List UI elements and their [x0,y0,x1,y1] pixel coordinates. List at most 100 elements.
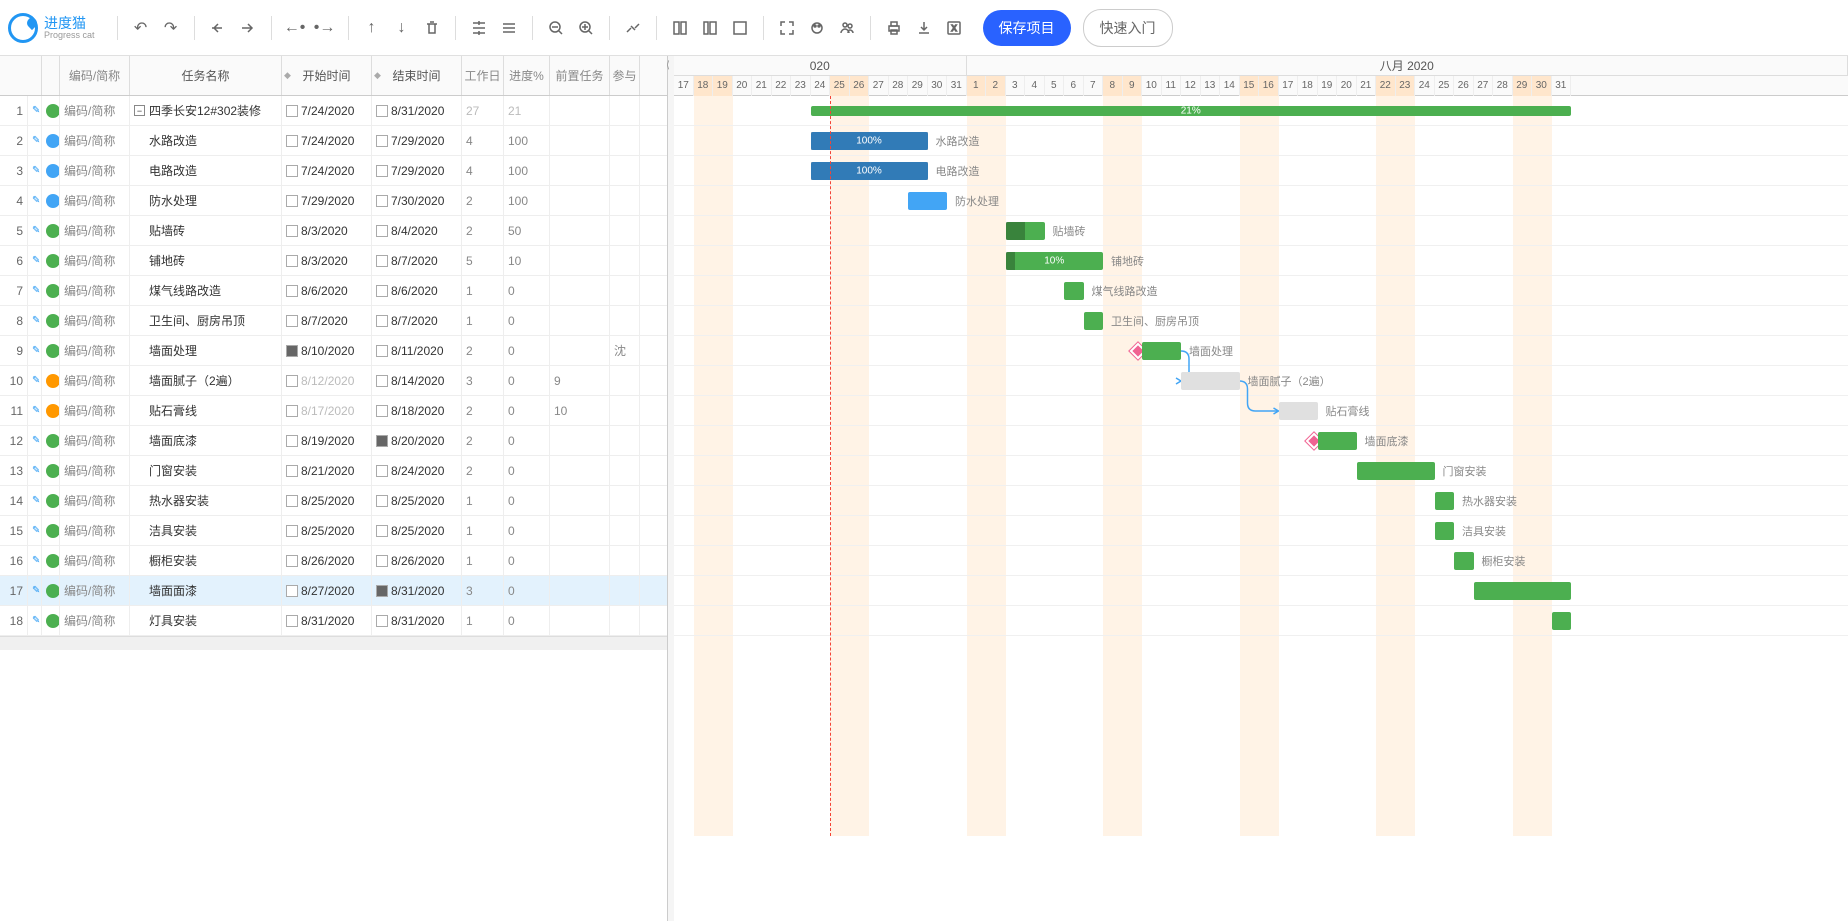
cell-assignee[interactable] [610,216,640,245]
gantt-row[interactable]: 热水器安装 [674,486,1848,516]
edit-icon[interactable]: ✎ [28,456,42,485]
cell-end[interactable]: 7/29/2020 [372,156,462,185]
task-bar[interactable]: 贴石膏线 [1279,402,1318,420]
task-row[interactable]: 8✎编码/简称卫生间、厨房吊顶8/7/20208/7/202010 [0,306,667,336]
cell-start[interactable]: 8/10/2020 [282,336,372,365]
move-left-button[interactable]: ←• [282,15,308,41]
cell-task[interactable]: 煤气线路改造 [130,276,282,305]
cell-end[interactable]: 8/25/2020 [372,516,462,545]
task-bar[interactable]: 墙面处理 [1142,342,1181,360]
print-button[interactable] [881,15,907,41]
col-task[interactable]: 任务名称 [130,56,282,95]
end-checkbox[interactable] [376,375,388,387]
cell-workdays[interactable]: 4 [462,156,504,185]
grid-scrollbar[interactable] [0,636,667,650]
cell-assignee[interactable] [610,576,640,605]
task-row[interactable]: 18✎编码/简称灯具安装8/31/20208/31/202010 [0,606,667,636]
cell-workdays[interactable]: 1 [462,276,504,305]
cell-task[interactable]: 热水器安装 [130,486,282,515]
start-checkbox[interactable] [286,405,298,417]
task-bar[interactable]: 墙面底漆 [1318,432,1357,450]
task-row[interactable]: 14✎编码/简称热水器安装8/25/20208/25/202010 [0,486,667,516]
cell-code[interactable]: 编码/简称 [60,546,130,575]
edit-icon[interactable]: ✎ [28,156,42,185]
task-row[interactable]: 13✎编码/简称门窗安装8/21/20208/24/202020 [0,456,667,486]
gantt-row[interactable]: 墙面底漆 [674,426,1848,456]
edit-icon[interactable]: ✎ [28,246,42,275]
cell-task[interactable]: 防水处理 [130,186,282,215]
cell-task[interactable]: 铺地砖 [130,246,282,275]
cell-end[interactable]: 8/31/2020 [372,96,462,125]
cell-end[interactable]: 8/7/2020 [372,306,462,335]
gantt-row[interactable]: 橱柜安装 [674,546,1848,576]
cell-end[interactable]: 8/26/2020 [372,546,462,575]
gantt-row[interactable]: 墙面腻子（2遍） [674,366,1848,396]
cell-workdays[interactable]: 5 [462,246,504,275]
cell-workdays[interactable]: 2 [462,216,504,245]
cell-end[interactable]: 7/30/2020 [372,186,462,215]
cell-progress[interactable]: 100 [504,156,550,185]
cell-progress[interactable]: 100 [504,126,550,155]
indent-left-button[interactable] [205,15,231,41]
cell-start[interactable]: 8/19/2020 [282,426,372,455]
cell-code[interactable]: 编码/简称 [60,456,130,485]
layout-1-button[interactable] [667,15,693,41]
edit-icon[interactable]: ✎ [28,396,42,425]
cell-code[interactable]: 编码/简称 [60,336,130,365]
edit-icon[interactable]: ✎ [28,216,42,245]
cell-start[interactable]: 8/3/2020 [282,216,372,245]
layout-3-button[interactable] [727,15,753,41]
cell-workdays[interactable]: 2 [462,186,504,215]
expand-all-button[interactable] [466,15,492,41]
cell-task[interactable]: 贴墙砖 [130,216,282,245]
fullscreen-button[interactable] [774,15,800,41]
task-bar[interactable]: 墙面腻子（2遍） [1181,372,1240,390]
cell-code[interactable]: 编码/简称 [60,276,130,305]
cell-code[interactable]: 编码/简称 [60,486,130,515]
cell-assignee[interactable] [610,126,640,155]
cell-assignee[interactable] [610,186,640,215]
task-row[interactable]: 7✎编码/简称煤气线路改造8/6/20208/6/202010 [0,276,667,306]
edit-icon[interactable]: ✎ [28,96,42,125]
end-checkbox[interactable] [376,555,388,567]
cell-code[interactable]: 编码/简称 [60,216,130,245]
undo-button[interactable]: ↶ [128,15,154,41]
indent-right-button[interactable] [235,15,261,41]
end-checkbox[interactable] [376,345,388,357]
start-checkbox[interactable] [286,465,298,477]
task-bar[interactable]: 洁具安装 [1435,522,1455,540]
cell-assignee[interactable] [610,276,640,305]
cell-workdays[interactable]: 3 [462,576,504,605]
cell-assignee[interactable] [610,96,640,125]
gantt-row[interactable]: 100%水路改造 [674,126,1848,156]
cell-task[interactable]: 墙面处理 [130,336,282,365]
cell-progress[interactable]: 50 [504,216,550,245]
cell-end[interactable]: 8/31/2020 [372,606,462,635]
cell-task[interactable]: 洁具安装 [130,516,282,545]
cell-start[interactable]: 8/17/2020 [282,396,372,425]
cell-code[interactable]: 编码/简称 [60,306,130,335]
start-checkbox[interactable] [286,345,298,357]
cell-workdays[interactable]: 1 [462,486,504,515]
edit-icon[interactable]: ✎ [28,576,42,605]
cell-predecessor[interactable] [550,126,610,155]
col-work[interactable]: 工作日 [462,56,504,95]
end-checkbox[interactable] [376,615,388,627]
cell-code[interactable]: 编码/简称 [60,156,130,185]
start-checkbox[interactable] [286,165,298,177]
start-checkbox[interactable] [286,615,298,627]
cell-progress[interactable]: 0 [504,306,550,335]
cell-assignee[interactable] [610,246,640,275]
cell-progress[interactable]: 0 [504,276,550,305]
cell-start[interactable]: 8/7/2020 [282,306,372,335]
end-checkbox[interactable] [376,285,388,297]
cell-start[interactable]: 7/24/2020 [282,156,372,185]
cell-workdays[interactable]: 1 [462,606,504,635]
zoom-out-button[interactable] [543,15,569,41]
end-checkbox[interactable] [376,525,388,537]
start-checkbox[interactable] [286,525,298,537]
cell-workdays[interactable]: 2 [462,336,504,365]
cell-assignee[interactable]: 沈 [610,336,640,365]
gantt-row[interactable]: 贴石膏线 [674,396,1848,426]
task-row[interactable]: 4✎编码/简称防水处理7/29/20207/30/20202100 [0,186,667,216]
